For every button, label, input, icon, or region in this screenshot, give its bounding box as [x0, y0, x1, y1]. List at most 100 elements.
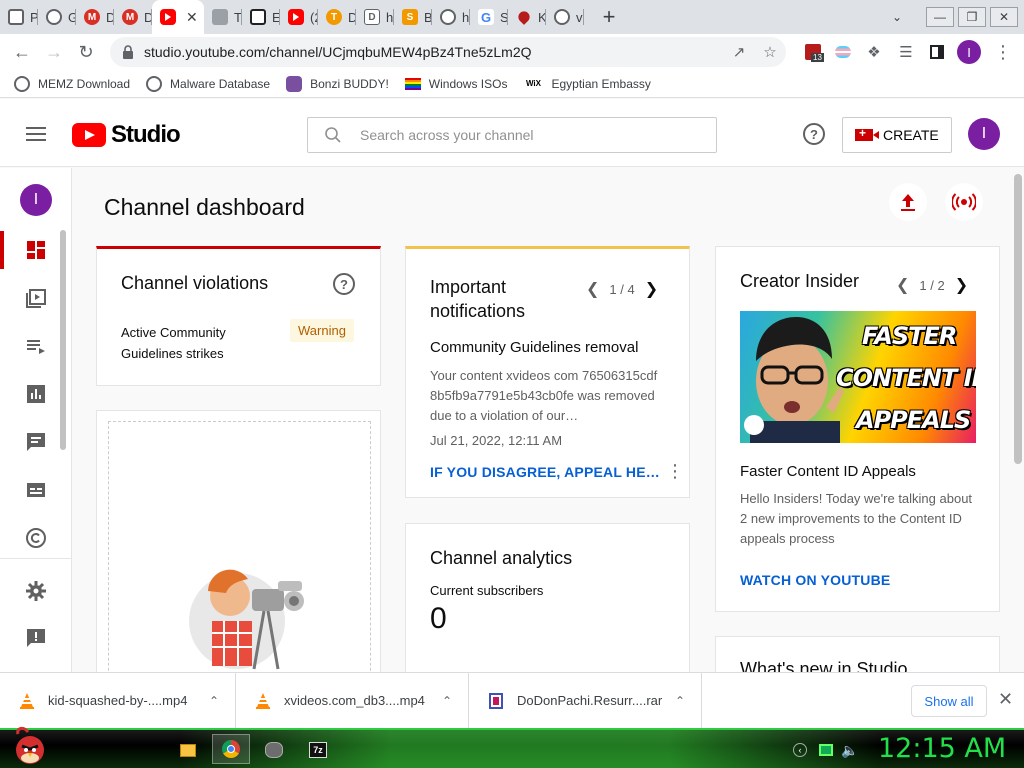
forward-button[interactable]: → [38, 36, 70, 68]
appeal-link[interactable]: IF YOU DISAGREE, APPEAL HE… [430, 464, 660, 480]
create-label: CREATE [883, 127, 939, 143]
media-queue-icon[interactable]: ☰ [893, 39, 919, 65]
channel-avatar[interactable]: I [20, 184, 52, 216]
extensions-puzzle-icon[interactable]: ❖ [861, 39, 887, 65]
bookmark-item[interactable]: MEMZ Download [14, 75, 130, 92]
browser-tab[interactable]: Dhtl [356, 0, 394, 34]
extension-badge: 13 [811, 53, 824, 62]
left-nav: I [0, 168, 72, 672]
chevron-up-icon[interactable]: ⌃ [209, 694, 219, 708]
upload-button[interactable] [889, 183, 927, 221]
clock[interactable]: 12:15 AM [878, 733, 1006, 764]
vlc-icon [20, 692, 34, 709]
chevron-up-icon[interactable]: ⌃ [675, 694, 685, 708]
side-panel-icon[interactable] [924, 39, 950, 65]
close-tab-icon[interactable]: ✕ [186, 9, 198, 26]
notification-date: Jul 21, 2022, 12:11 AM [430, 433, 563, 448]
close-downloads-icon[interactable]: ✕ [998, 689, 1013, 710]
minimize-button[interactable]: — [926, 7, 954, 27]
file-explorer-icon[interactable] [176, 738, 200, 762]
bookmark-item[interactable]: Bonzi BUDDY! [286, 75, 389, 92]
video-thumbnail[interactable]: FASTER CONTENT ID APPEALS [740, 311, 976, 443]
network-icon[interactable] [814, 738, 838, 762]
maximize-button[interactable]: ❐ [958, 7, 986, 27]
browser-tab[interactable]: M Dc [114, 0, 152, 34]
browser-tab[interactable]: vie [546, 0, 584, 34]
browser-tab[interactable]: T Dc [318, 0, 356, 34]
new-tab-button[interactable]: + [594, 2, 624, 32]
feedback-icon [27, 629, 45, 647]
browser-tab[interactable]: G Sig [470, 0, 508, 34]
chart-icon [212, 9, 228, 25]
browser-tab[interactable]: (2) [280, 0, 318, 34]
next-notification-icon[interactable]: ❯ [635, 279, 668, 299]
bookmark-star-icon[interactable]: ☆ [757, 39, 783, 65]
taskbar: 7z ‹ 🔈 12:15 AM [0, 726, 1024, 768]
gimp-icon[interactable] [262, 738, 286, 762]
browser-tab[interactable]: Tu [204, 0, 242, 34]
chrome-taskbar-button[interactable] [212, 734, 250, 764]
start-button-angry-bird-icon[interactable] [8, 726, 48, 766]
browser-tab[interactable]: Kic [508, 0, 546, 34]
tray-chevron-icon[interactable]: ‹ [788, 738, 812, 762]
chevron-up-icon[interactable]: ⌃ [442, 694, 452, 708]
tab-search-icon[interactable]: ⌄ [886, 6, 908, 28]
help-icon[interactable]: ? [803, 123, 825, 145]
nav-scrollbar[interactable] [60, 230, 66, 450]
nav-settings[interactable] [0, 568, 72, 614]
volume-icon[interactable]: 🔈 [838, 738, 862, 762]
browser-tab[interactable]: Etl [242, 0, 280, 34]
prev-video-icon[interactable]: ❮ [886, 275, 919, 295]
show-all-downloads-button[interactable]: Show all [911, 685, 987, 717]
nav-feedback[interactable] [0, 615, 72, 661]
globe-icon [440, 9, 456, 25]
playlists-icon [27, 340, 45, 354]
back-button[interactable]: ← [6, 36, 38, 68]
download-filename: kid-squashed-by-....mp4 [48, 693, 188, 708]
menu-icon[interactable] [26, 127, 46, 141]
flag-extension-icon[interactable] [830, 39, 856, 65]
7zip-icon[interactable]: 7z [306, 738, 330, 762]
channel-search-input[interactable]: Search across your channel [307, 117, 717, 153]
browser-tab[interactable]: htl [432, 0, 470, 34]
extension-shield-icon[interactable]: 13 [800, 39, 826, 65]
prev-notification-icon[interactable]: ❮ [576, 279, 609, 299]
browser-tab[interactable]: ✕ [152, 0, 204, 34]
browser-menu-icon[interactable]: ⋮ [990, 39, 1016, 65]
download-item[interactable]: DoDonPachi.Resurr....rar ⌃ [469, 672, 702, 729]
more-options-icon[interactable]: ⋮ [666, 461, 684, 482]
nav-subtitles[interactable] [0, 467, 72, 513]
account-avatar[interactable]: I [968, 118, 1000, 150]
live-broadcast-icon [952, 193, 976, 211]
browser-tab[interactable]: M Dc [76, 0, 114, 34]
browser-profile-avatar[interactable]: I [957, 40, 981, 64]
subscribers-count: 0 [430, 602, 447, 635]
go-live-button[interactable] [945, 183, 983, 221]
museum-icon [250, 9, 266, 25]
browser-tab[interactable]: PC [0, 0, 38, 34]
studio-header: Studio Search across your channel ? CREA… [0, 99, 1024, 167]
create-button[interactable]: CREATE [842, 117, 952, 153]
browser-tab[interactable]: S Be [394, 0, 432, 34]
watch-on-youtube-link[interactable]: WATCH ON YOUTUBE [740, 572, 890, 588]
video-title[interactable]: Faster Content ID Appeals [740, 463, 916, 480]
violations-help-icon[interactable]: ? [333, 273, 355, 295]
share-icon[interactable]: ↗ [726, 39, 752, 65]
youtube-studio-logo[interactable]: Studio [72, 121, 181, 149]
bookmark-item[interactable]: Windows ISOs [404, 77, 507, 91]
notifications-page: 1 / 4 [609, 281, 635, 297]
download-item[interactable]: kid-squashed-by-....mp4 ⌃ [0, 672, 236, 729]
bookmark-item[interactable]: Malware Database [146, 75, 270, 92]
close-window-button[interactable]: ✕ [990, 7, 1018, 27]
nav-copyright[interactable] [0, 515, 72, 561]
main-scrollbar[interactable] [1014, 174, 1022, 464]
page-title: Channel dashboard [104, 194, 305, 220]
bookmark-item[interactable]: WiX Egyptian Embassy [523, 76, 651, 92]
address-bar[interactable]: studio.youtube.com/channel/UCjmqbuMEW4pB… [110, 37, 786, 67]
download-item[interactable]: xvideos.com_db3....mp4 ⌃ [236, 672, 469, 729]
browser-tab[interactable]: Gc [38, 0, 76, 34]
next-video-icon[interactable]: ❯ [945, 275, 978, 295]
reload-button[interactable]: ↻ [70, 36, 102, 68]
content-icon [26, 289, 46, 308]
analytics-icon [27, 385, 45, 403]
